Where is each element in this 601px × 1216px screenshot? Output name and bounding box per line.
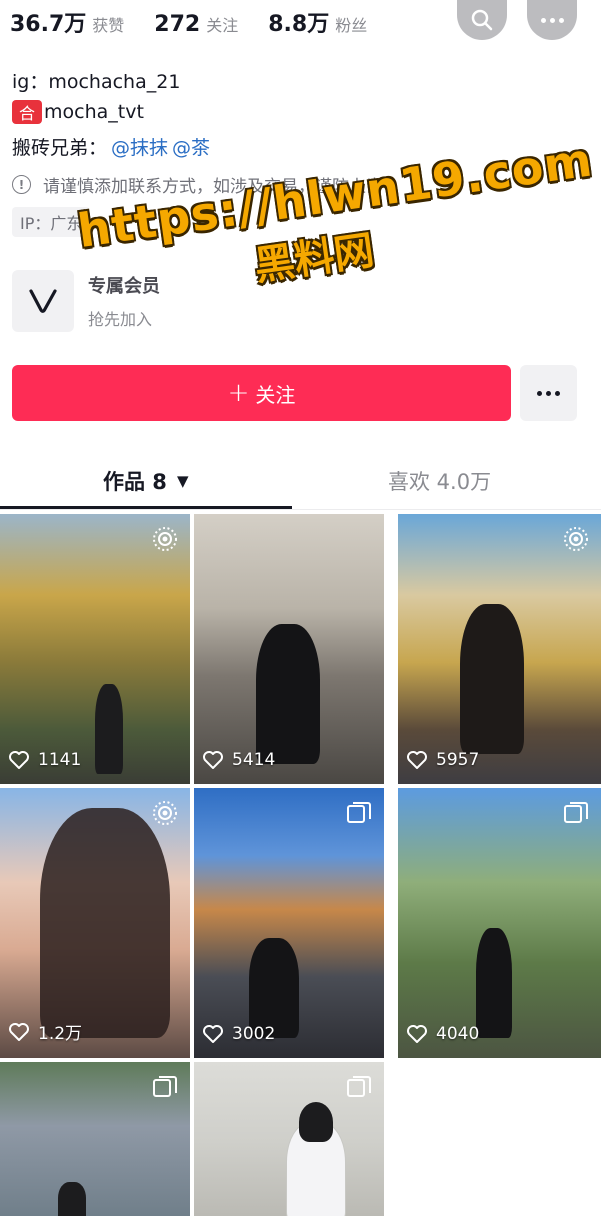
bio-xiaohongshu-handle: mocha_tvt xyxy=(44,101,144,123)
tab-works[interactable]: 作品 8 ▼ xyxy=(103,466,188,496)
bio-brothers: 搬砖兄弟： @抹抹 @茶 xyxy=(12,133,210,160)
video-thumbnail[interactable] xyxy=(194,1062,384,1216)
stat-following[interactable]: 272 关注 xyxy=(154,12,238,37)
thumbnail-figure xyxy=(95,684,123,774)
follow-label: 关注 xyxy=(255,382,296,407)
stat-likes[interactable]: 36.7万 获赞 xyxy=(10,6,124,38)
membership-subtitle: 抢先加入 xyxy=(88,310,153,329)
bio-xiaohongshu: 合 mocha_tvt xyxy=(12,100,144,124)
tab-works-label: 作品 8 xyxy=(103,470,167,494)
video-thumbnail[interactable]: 1.2万 xyxy=(0,788,190,1058)
thumbnail-figure xyxy=(256,624,320,764)
stat-followers-label: 粉丝 xyxy=(335,16,368,35)
image-stack-icon xyxy=(153,1076,177,1097)
bio-brothers-label: 搬砖兄弟： xyxy=(12,137,108,159)
more-options-button[interactable] xyxy=(527,0,577,40)
contact-warning: ! 请谨慎添加联系方式，如涉及交易，谨防上当 xyxy=(12,172,383,197)
bio-instagram: ig：mochacha_21 xyxy=(12,71,181,93)
video-likes-count: 4040 xyxy=(436,1024,480,1044)
video-thumbnail[interactable] xyxy=(0,1062,190,1216)
caret-down-icon: ▼ xyxy=(176,472,189,490)
tab-likes[interactable]: 喜欢 4.0万 xyxy=(388,466,491,496)
video-likes-count: 5414 xyxy=(232,750,276,770)
profile-more-button[interactable] xyxy=(520,365,577,421)
stat-followers[interactable]: 8.8万 粉丝 xyxy=(268,6,367,38)
membership-title: 专属会员 xyxy=(88,276,160,297)
ip-location-tag: IP：广东 xyxy=(12,207,91,237)
xiaohongshu-icon: 合 xyxy=(12,100,42,124)
live-photo-icon xyxy=(153,527,177,551)
video-likes-count: 5957 xyxy=(436,750,480,770)
heart-icon xyxy=(203,1025,223,1043)
video-likes: 5414 xyxy=(202,750,275,770)
thumbnail-figure-hair xyxy=(299,1102,333,1142)
video-likes-count: 3002 xyxy=(232,1024,276,1044)
video-thumbnail[interactable]: 1141 xyxy=(0,514,190,784)
stat-likes-label: 获赞 xyxy=(92,16,125,35)
video-likes-count: 1.2万 xyxy=(38,1024,83,1044)
video-thumbnail[interactable]: 3002 xyxy=(194,788,384,1058)
image-stack-icon xyxy=(564,802,588,823)
ellipsis-icon xyxy=(537,390,560,396)
active-tab-indicator xyxy=(0,506,292,509)
thumbnail-figure xyxy=(40,808,170,1038)
video-likes: 3002 xyxy=(202,1024,275,1044)
heart-icon xyxy=(407,751,427,769)
stat-followers-count: 8.8万 xyxy=(268,12,330,37)
thumbnail-figure xyxy=(58,1182,86,1216)
membership-v-icon xyxy=(12,270,74,332)
image-stack-icon xyxy=(347,802,371,823)
membership-card[interactable]: 专属会员 抢先加入 xyxy=(12,270,160,332)
image-stack-icon xyxy=(347,1076,371,1097)
search-icon xyxy=(471,9,493,31)
heart-icon xyxy=(9,751,29,769)
video-thumbnail[interactable]: 4040 xyxy=(398,788,601,1058)
video-thumbnail[interactable]: 5957 xyxy=(398,514,601,784)
stat-following-label: 关注 xyxy=(206,16,239,35)
mention-link[interactable]: @茶 xyxy=(172,133,210,160)
warning-text: 请谨慎添加联系方式，如涉及交易，谨防上当 xyxy=(43,177,383,197)
heart-icon xyxy=(407,1025,427,1043)
live-photo-icon xyxy=(153,801,177,825)
live-photo-icon xyxy=(564,527,588,551)
profile-stats: 36.7万 获赞 272 关注 8.8万 粉丝 xyxy=(10,6,397,38)
plus-icon: + xyxy=(227,378,250,408)
ellipsis-icon xyxy=(540,17,564,23)
profile-tabs: 作品 8 ▼ 喜欢 4.0万 xyxy=(0,448,601,510)
video-likes-count: 1141 xyxy=(38,750,82,770)
video-likes: 1.2万 xyxy=(8,1019,82,1044)
follow-button[interactable]: + 关注 xyxy=(12,365,511,421)
video-likes: 4040 xyxy=(406,1024,479,1044)
thumbnail-figure xyxy=(249,938,299,1038)
thumbnail-figure xyxy=(460,604,524,754)
video-likes: 5957 xyxy=(406,750,479,770)
heart-icon xyxy=(203,751,223,769)
stat-following-count: 272 xyxy=(154,12,201,37)
search-button[interactable] xyxy=(457,0,507,40)
thumbnail-figure xyxy=(476,928,512,1038)
video-likes: 1141 xyxy=(8,750,81,770)
stat-likes-count: 36.7万 xyxy=(10,12,87,37)
mention-link[interactable]: @抹抹 xyxy=(111,133,168,160)
heart-icon xyxy=(9,1022,29,1041)
video-thumbnail[interactable]: 5414 xyxy=(194,514,384,784)
warning-icon: ! xyxy=(12,175,31,194)
